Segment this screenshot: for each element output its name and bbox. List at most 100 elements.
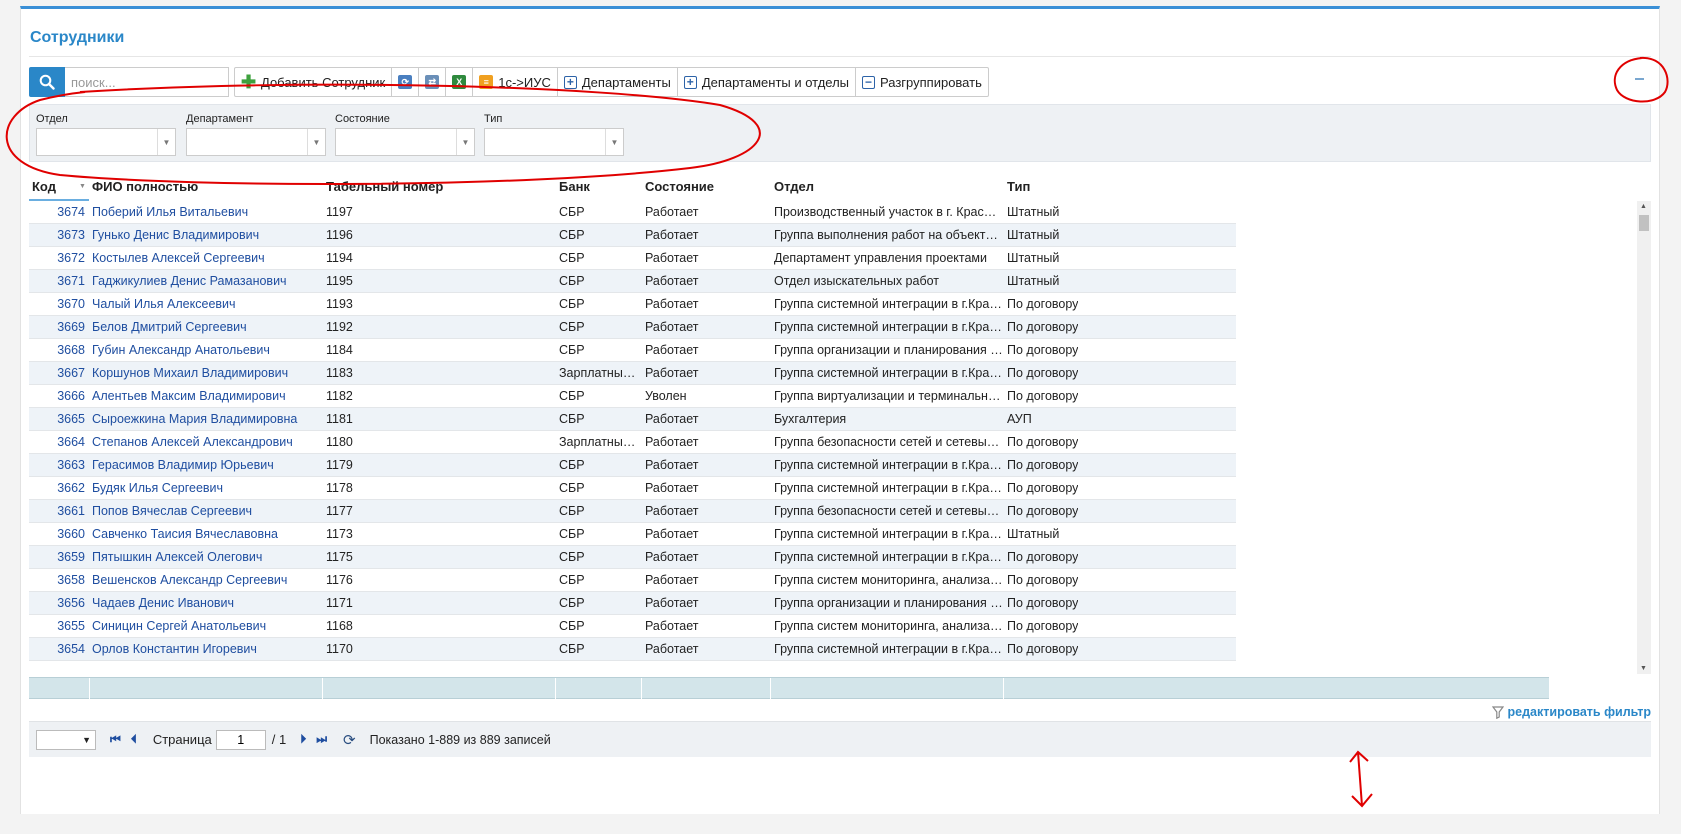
cell-id[interactable]: 3658 <box>29 573 85 587</box>
column-header-tabnum[interactable]: Табельный номер <box>326 179 443 194</box>
table-row[interactable]: 3661 Попов Вячеслав Сергеевич 1177 СБР Работ… <box>29 500 1236 523</box>
scroll-down-icon[interactable]: ▼ <box>1640 665 1647 672</box>
cell-id[interactable]: 3666 <box>29 389 85 403</box>
cell-fio[interactable]: Гунько Денис Владимирович <box>92 228 322 242</box>
table-row[interactable]: 3662 Будяк Илья Сергеевич 1178 СБР Работает Г… <box>29 477 1236 500</box>
table-row[interactable]: 3660 Савченко Таисия Вячеславовна 1173 СБР Р… <box>29 523 1236 546</box>
table-row[interactable]: 3665 Сыроежкина Мария Владимировна 1181 СБР… <box>29 408 1236 431</box>
table-row[interactable]: 3669 Белов Дмитрий Сергеевич 1192 СБР Работа… <box>29 316 1236 339</box>
departments-button[interactable]: + Департаменты <box>558 68 678 96</box>
search-input[interactable] <box>65 67 229 97</box>
collapse-filter-button[interactable] <box>1633 73 1645 85</box>
column-header-state[interactable]: Состояние <box>645 179 714 194</box>
table-row[interactable]: 3658 Вешенсков Александр Сергеевич 1176 СБР… <box>29 569 1236 592</box>
prev-page-icon[interactable]: ⏴ <box>131 732 137 747</box>
cell-fio[interactable]: Костылев Алексей Сергеевич <box>92 251 322 265</box>
table-row[interactable]: 3659 Пятышкин Алексей Олегович 1175 СБР Рабо… <box>29 546 1236 569</box>
table-row[interactable]: 3666 Алентьев Максим Владимирович 1182 СБР У… <box>29 385 1236 408</box>
sort-desc-icon[interactable]: ▼ <box>79 183 86 190</box>
next-page-icon[interactable]: ⏵ <box>300 732 306 747</box>
table-row[interactable]: 3674 Поберий Илья Витальевич 1197 СБР Работа… <box>29 201 1236 224</box>
cell-id[interactable]: 3654 <box>29 642 85 656</box>
export-excel-button[interactable]: X <box>446 68 474 96</box>
type-select[interactable]: ▼ <box>484 128 624 156</box>
cell-id[interactable]: 3655 <box>29 619 85 633</box>
cell-fio[interactable]: Губин Александр Анатольевич <box>92 343 322 357</box>
dropdown-arrow-icon[interactable]: ▼ <box>307 129 325 155</box>
cell-fio[interactable]: Будяк Илья Сергеевич <box>92 481 322 495</box>
cell-id[interactable]: 3669 <box>29 320 85 334</box>
table-row[interactable]: 3656 Чадаев Денис Иванович 1171 СБР Работает… <box>29 592 1236 615</box>
cell-fio[interactable]: Герасимов Владимир Юрьевич <box>92 458 322 472</box>
cell-id[interactable]: 3672 <box>29 251 85 265</box>
cell-fio[interactable]: Гаджикулиев Денис Рамазанович <box>92 274 322 288</box>
dropdown-arrow-icon[interactable]: ▼ <box>605 129 623 155</box>
refresh-icon[interactable]: ⟳ <box>343 731 356 749</box>
cell-fio[interactable]: Орлов Константин Игоревич <box>92 642 322 656</box>
first-page-icon[interactable]: ⏮ <box>110 732 121 747</box>
cell-id[interactable]: 3661 <box>29 504 85 518</box>
cell-fio[interactable]: Чадаев Денис Иванович <box>92 596 322 610</box>
vertical-scrollbar[interactable]: ▲ ▼ <box>1637 201 1651 674</box>
table-row[interactable]: 3664 Степанов Алексей Александрович 1180 За… <box>29 431 1236 454</box>
scroll-up-icon[interactable]: ▲ <box>1640 203 1647 210</box>
cell-fio[interactable]: Степанов Алексей Александрович <box>92 435 322 449</box>
cell-id[interactable]: 3674 <box>29 205 85 219</box>
cell-id[interactable]: 3663 <box>29 458 85 472</box>
table-row[interactable]: 3654 Орлов Константин Игоревич 1170 СБР Рабо… <box>29 638 1236 661</box>
state-select[interactable]: ▼ <box>335 128 475 156</box>
table-row[interactable]: 3668 Губин Александр Анатольевич 1184 СБР Ра… <box>29 339 1236 362</box>
cell-fio[interactable]: Вешенсков Александр Сергеевич <box>92 573 322 587</box>
dropdown-arrow-icon[interactable]: ▼ <box>82 735 91 745</box>
column-header-id[interactable]: Код <box>32 179 56 194</box>
column-header-type[interactable]: Тип <box>1007 179 1030 194</box>
cell-id[interactable]: 3660 <box>29 527 85 541</box>
table-row[interactable]: 3655 Синицин Сергей Анатольевич 1168 СБР Раб… <box>29 615 1236 638</box>
page-size-select[interactable]: ▼ <box>36 729 96 750</box>
table-row[interactable]: 3667 Коршунов Михаил Владимирович 1183 Зарп… <box>29 362 1236 385</box>
search-button[interactable] <box>29 67 65 97</box>
table-row[interactable]: 3663 Герасимов Владимир Юрьевич 1179 СБР Раб… <box>29 454 1236 477</box>
dropdown-arrow-icon[interactable]: ▼ <box>157 129 175 155</box>
unit-select[interactable]: ▼ <box>36 128 176 156</box>
cell-fio[interactable]: Алентьев Максим Владимирович <box>92 389 322 403</box>
import-button[interactable]: ⇄ <box>419 68 447 96</box>
column-header-bank[interactable]: Банк <box>559 179 590 194</box>
cell-id[interactable]: 3662 <box>29 481 85 495</box>
departments-units-button[interactable]: + Департаменты и отделы <box>678 68 857 96</box>
cell-id[interactable]: 3671 <box>29 274 85 288</box>
cell-fio[interactable]: Савченко Таисия Вячеславовна <box>92 527 322 541</box>
table-row[interactable]: 3672 Костылев Алексей Сергеевич 1194 СБР Раб… <box>29 247 1236 270</box>
refresh-users-button[interactable]: ⟳ <box>392 68 420 96</box>
cell-fio[interactable]: Белов Дмитрий Сергеевич <box>92 320 322 334</box>
table-row[interactable]: 3671 Гаджикулиев Денис Рамазанович 1195 СБР… <box>29 270 1236 293</box>
cell-fio[interactable]: Коршунов Михаил Владимирович <box>92 366 322 380</box>
column-header-unit[interactable]: Отдел <box>774 179 814 194</box>
column-header-fio[interactable]: ФИО полностью <box>92 179 198 194</box>
sync-1c-button[interactable]: ≡ 1с->ИУС <box>473 68 558 96</box>
cell-id[interactable]: 3656 <box>29 596 85 610</box>
cell-id[interactable]: 3673 <box>29 228 85 242</box>
cell-fio[interactable]: Сыроежкина Мария Владимировна <box>92 412 322 426</box>
add-employee-button[interactable]: ✚ Добавить Сотрудник <box>235 68 393 96</box>
cell-fio[interactable]: Поберий Илья Витальевич <box>92 205 322 219</box>
cell-id[interactable]: 3664 <box>29 435 85 449</box>
table-row[interactable]: 3673 Гунько Денис Владимирович 1196 СБР Рабо… <box>29 224 1236 247</box>
cell-id[interactable]: 3668 <box>29 343 85 357</box>
page-number-input[interactable] <box>215 729 266 750</box>
table-row[interactable]: 3670 Чалый Илья Алексеевич 1193 СБР Работает… <box>29 293 1236 316</box>
cell-id[interactable]: 3665 <box>29 412 85 426</box>
ungroup-button[interactable]: − Разгруппировать <box>856 68 988 96</box>
cell-fio[interactable]: Синицин Сергей Анатольевич <box>92 619 322 633</box>
dropdown-arrow-icon[interactable]: ▼ <box>456 129 474 155</box>
cell-id[interactable]: 3670 <box>29 297 85 311</box>
cell-fio[interactable]: Пятышкин Алексей Олегович <box>92 550 322 564</box>
department-select[interactable]: ▼ <box>186 128 326 156</box>
cell-fio[interactable]: Попов Вячеслав Сергеевич <box>92 504 322 518</box>
edit-filter-link[interactable]: редактировать фильтр <box>1491 705 1651 719</box>
cell-fio[interactable]: Чалый Илья Алексеевич <box>92 297 322 311</box>
scroll-thumb[interactable] <box>1639 215 1649 231</box>
cell-id[interactable]: 3659 <box>29 550 85 564</box>
cell-id[interactable]: 3667 <box>29 366 85 380</box>
last-page-icon[interactable]: ⏭ <box>316 732 327 747</box>
